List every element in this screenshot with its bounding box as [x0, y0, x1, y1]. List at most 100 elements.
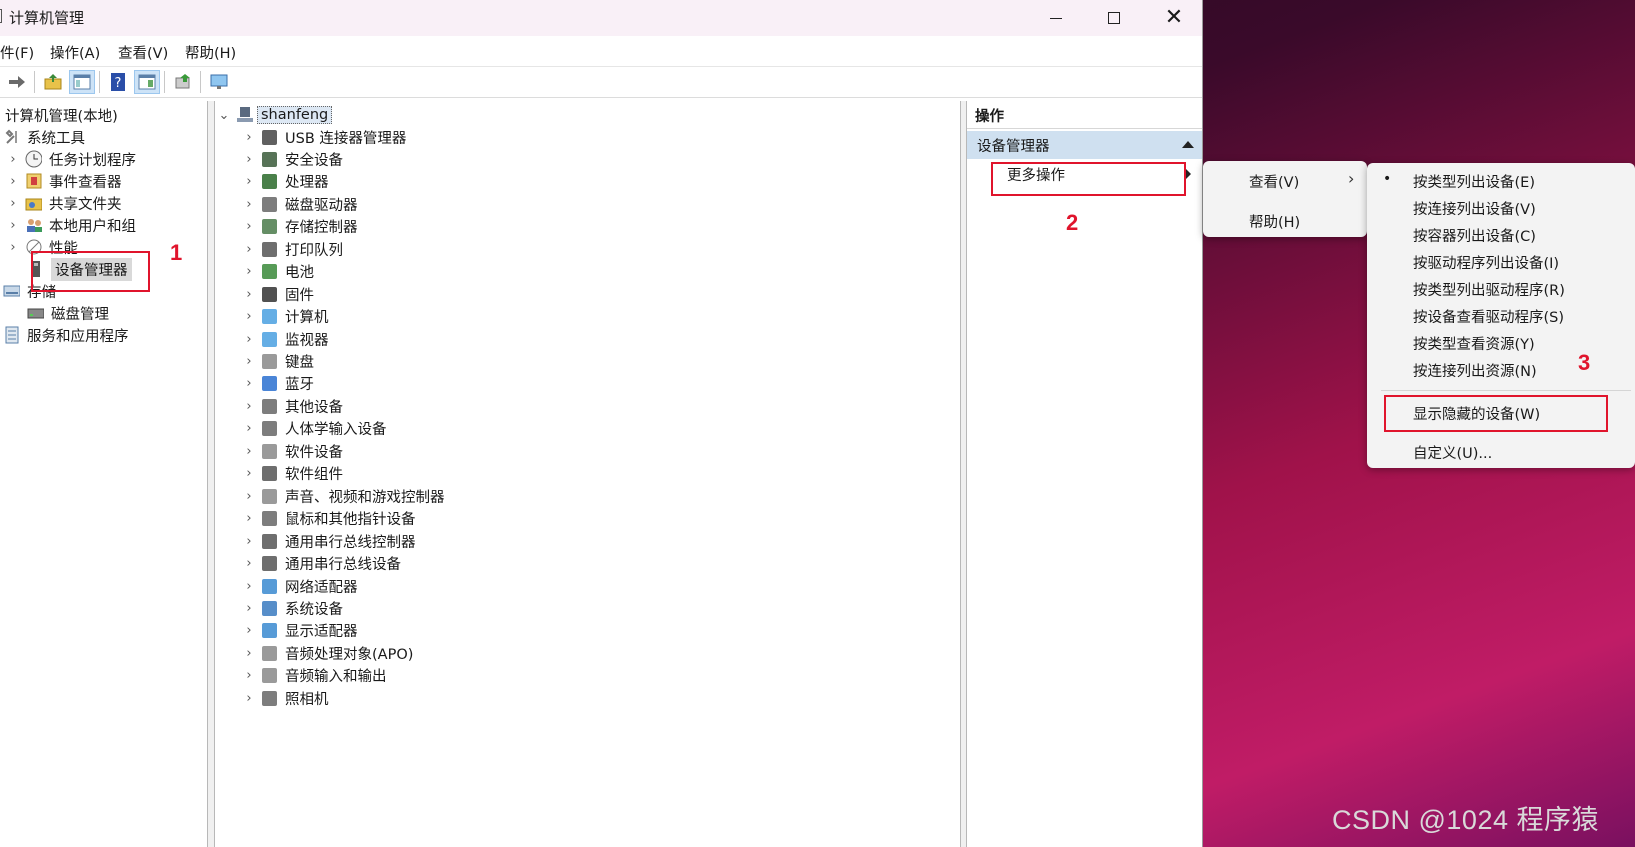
chevron-right-icon[interactable]: ›: [7, 218, 19, 233]
device-category-item[interactable]: › 键盘: [243, 351, 314, 373]
device-category-item[interactable]: › 处理器: [243, 171, 329, 193]
chevron-right-icon[interactable]: ›: [243, 646, 255, 661]
chevron-right-icon[interactable]: ›: [243, 668, 255, 683]
device-category-item[interactable]: › 电池: [243, 261, 314, 283]
view-option-item[interactable]: 按连接列出设备(V): [1413, 198, 1536, 219]
device-category-icon: [261, 375, 278, 392]
chevron-right-icon[interactable]: ›: [243, 332, 255, 347]
minimize-button[interactable]: [1027, 0, 1085, 36]
chevron-right-icon[interactable]: ›: [243, 264, 255, 279]
chevron-right-icon[interactable]: ›: [243, 444, 255, 459]
tree-root[interactable]: 计算机管理(本地): [5, 104, 118, 126]
chevron-right-icon[interactable]: ›: [243, 466, 255, 481]
chevron-right-icon[interactable]: ›: [243, 579, 255, 594]
chevron-right-icon[interactable]: ›: [243, 623, 255, 638]
chevron-right-icon[interactable]: ›: [243, 287, 255, 302]
update-driver-button[interactable]: [170, 70, 196, 94]
actions-section-device-manager[interactable]: 设备管理器: [967, 131, 1202, 159]
device-category-item[interactable]: › 显示适配器: [243, 620, 358, 642]
show-hide-tree-button[interactable]: [69, 70, 95, 94]
menu-item-customize[interactable]: 自定义(U)...: [1413, 442, 1492, 463]
device-category-item[interactable]: › 网络适配器: [243, 575, 358, 597]
view-option-item[interactable]: 按驱动程序列出设备(I): [1413, 252, 1559, 273]
tree-disk-management[interactable]: 磁盘管理: [27, 302, 109, 324]
chevron-right-icon[interactable]: ›: [243, 534, 255, 549]
chevron-right-icon[interactable]: ›: [243, 152, 255, 167]
chevron-right-icon[interactable]: ›: [243, 421, 255, 436]
menu-help[interactable]: 帮助(H): [185, 42, 236, 63]
tree-services-apps[interactable]: 服务和应用程序: [3, 324, 129, 346]
device-category-item[interactable]: › 通用串行总线设备: [243, 553, 401, 575]
device-category-icon: [261, 510, 278, 527]
device-category-item[interactable]: › 存储控制器: [243, 216, 358, 238]
chevron-right-icon[interactable]: ›: [243, 174, 255, 189]
tree-task-scheduler[interactable]: › 任务计划程序: [7, 148, 136, 170]
device-category-item[interactable]: › 计算机: [243, 306, 329, 328]
view-option-item[interactable]: 按类型查看资源(Y): [1413, 333, 1535, 354]
tree-shared-folders[interactable]: › 共享文件夹: [7, 192, 121, 214]
menu-file[interactable]: 件(F): [0, 42, 34, 63]
chevron-right-icon[interactable]: ›: [243, 309, 255, 324]
chevron-right-icon[interactable]: ›: [243, 601, 255, 616]
chevron-right-icon[interactable]: ›: [243, 489, 255, 504]
device-category-item[interactable]: › 打印队列: [243, 238, 343, 260]
view-option-item[interactable]: 按连接列出资源(N): [1413, 360, 1537, 381]
view-option-item[interactable]: 按容器列出设备(C): [1413, 225, 1536, 246]
tree-local-users[interactable]: › 本地用户和组: [7, 214, 136, 236]
device-category-item[interactable]: › USB 连接器管理器: [243, 126, 406, 148]
device-category-item[interactable]: › 监视器: [243, 328, 329, 350]
chevron-right-icon[interactable]: ›: [7, 174, 19, 189]
close-button[interactable]: ✕: [1145, 0, 1202, 36]
update-driver-icon: [175, 74, 190, 89]
chevron-right-icon[interactable]: ›: [243, 511, 255, 526]
forward-button[interactable]: [4, 70, 30, 94]
view-option-item[interactable]: 按类型列出设备(E): [1413, 171, 1535, 192]
help-button[interactable]: ?: [105, 70, 131, 94]
chevron-right-icon[interactable]: ›: [243, 376, 255, 391]
chevron-right-icon[interactable]: ›: [243, 691, 255, 706]
scan-hardware-button[interactable]: [207, 70, 233, 94]
tree-system-tools[interactable]: 系统工具: [3, 126, 85, 148]
device-category-item[interactable]: › 软件设备: [243, 440, 343, 462]
chevron-right-icon[interactable]: ›: [243, 354, 255, 369]
chevron-right-icon[interactable]: ›: [243, 219, 255, 234]
chevron-right-icon[interactable]: ›: [243, 556, 255, 571]
chevron-right-icon[interactable]: ›: [243, 197, 255, 212]
device-category-item[interactable]: › 固件: [243, 283, 314, 305]
chevron-right-icon[interactable]: ›: [7, 196, 19, 211]
step-label-3: 3: [1578, 350, 1591, 375]
menu-action[interactable]: 操作(A): [50, 42, 100, 63]
chevron-right-icon[interactable]: ›: [243, 130, 255, 145]
show-action-pane-button[interactable]: [134, 70, 160, 94]
device-category-icon: [261, 241, 278, 258]
chevron-right-icon[interactable]: ›: [7, 240, 19, 255]
view-option-item[interactable]: 按设备查看驱动程序(S): [1413, 306, 1564, 327]
device-category-item[interactable]: › 音频输入和输出: [243, 665, 387, 687]
device-category-item[interactable]: › 其他设备: [243, 395, 343, 417]
maximize-button[interactable]: [1085, 0, 1143, 36]
device-category-item[interactable]: › 声音、视频和游戏控制器: [243, 485, 445, 507]
device-category-item[interactable]: › 人体学输入设备: [243, 418, 387, 440]
device-category-item[interactable]: › 磁盘驱动器: [243, 193, 358, 215]
chevron-right-icon[interactable]: ›: [7, 152, 19, 167]
device-category-item[interactable]: › 音频处理对象(APO): [243, 642, 413, 664]
menu-view[interactable]: 查看(V): [118, 42, 168, 63]
up-folder-button[interactable]: [40, 70, 66, 94]
menu-item-help[interactable]: 帮助(H): [1249, 211, 1300, 232]
device-category-item[interactable]: › 系统设备: [243, 597, 343, 619]
menu-item-view[interactable]: 查看(V): [1249, 171, 1299, 192]
device-root[interactable]: ⌄ shanfeng: [218, 104, 333, 126]
device-category-item[interactable]: › 蓝牙: [243, 373, 314, 395]
device-category-item[interactable]: › 鼠标和其他指针设备: [243, 508, 416, 530]
tree-event-viewer[interactable]: › 事件查看器: [7, 170, 122, 192]
chevron-right-icon[interactable]: ›: [243, 399, 255, 414]
device-category-item[interactable]: › 通用串行总线控制器: [243, 530, 416, 552]
device-category-label: 软件组件: [285, 467, 343, 484]
view-option-item[interactable]: 按类型列出驱动程序(R): [1413, 279, 1565, 300]
device-category-item[interactable]: › 安全设备: [243, 148, 343, 170]
chevron-right-icon[interactable]: ›: [243, 242, 255, 257]
device-category-item[interactable]: › 照相机: [243, 687, 329, 709]
device-category-item[interactable]: › 软件组件: [243, 463, 343, 485]
collapse-up-icon[interactable]: [1182, 141, 1194, 148]
chevron-down-icon[interactable]: ⌄: [218, 108, 230, 123]
